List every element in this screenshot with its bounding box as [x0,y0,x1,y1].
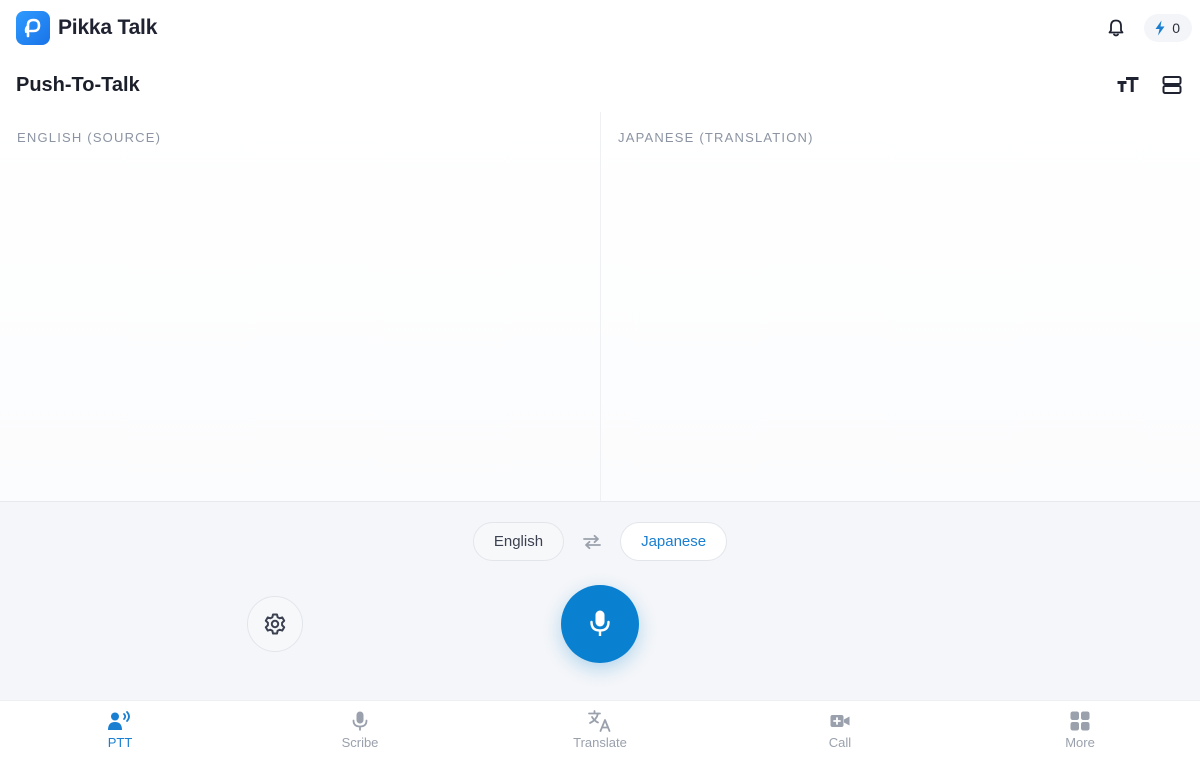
source-panel: ENGLISH (SOURCE) [0,112,600,501]
layout-toggle-button[interactable] [1156,69,1188,101]
nav-label: Scribe [341,734,379,750]
app-name: Pikka Talk [58,16,158,39]
split-layout-icon [1162,76,1182,94]
title-row: Push-To-Talk [0,66,1200,104]
nav-label: More [1065,734,1095,750]
nav-label: Call [828,734,852,750]
pikka-logo-icon [16,11,50,45]
text-size-icon [1117,77,1139,92]
source-language-button[interactable]: English [472,522,565,561]
nav-ptt[interactable]: PTT [0,701,240,757]
page-title: Push-To-Talk [16,73,140,96]
transcript-panels: ENGLISH (SOURCE) JAPANESE (TRANSLATION) [0,112,1200,502]
controls-area: English Japanese [0,502,1200,700]
translation-panel: JAPANESE (TRANSLATION) [600,112,1200,501]
nav-scribe[interactable]: Scribe [240,701,480,757]
grid-icon [1068,710,1092,732]
microphone-icon [348,710,372,732]
video-call-icon [828,710,852,732]
gear-icon [264,613,286,635]
push-to-talk-button[interactable] [561,585,639,663]
text-size-button[interactable] [1112,69,1144,101]
translation-panel-label: JAPANESE (TRANSLATION) [618,130,814,145]
swap-languages-button[interactable] [582,532,602,552]
target-language-button[interactable]: Japanese [620,522,728,561]
bell-icon [1108,19,1124,37]
settings-button[interactable] [247,596,303,652]
language-selector-row: English Japanese [0,522,1200,561]
credits-badge[interactable]: 0 [1144,14,1192,42]
nav-more[interactable]: More [960,701,1200,757]
notifications-button[interactable] [1100,12,1132,44]
nav-translate[interactable]: Translate [480,701,720,757]
lightning-bolt-icon [1155,20,1165,36]
nav-call[interactable]: Call [720,701,960,757]
nav-label: PTT [107,734,133,750]
top-bar: Pikka Talk 0 [0,0,1200,56]
swap-arrows-icon [583,534,601,549]
credits-count: 0 [1172,20,1180,36]
microphone-icon [590,610,610,636]
nav-label: Translate [573,734,627,750]
source-panel-label: ENGLISH (SOURCE) [17,130,162,145]
ptt-speaker-icon [108,710,132,732]
bottom-navigation: PTT Scribe Translate Call More [0,700,1200,757]
translate-icon [588,709,612,732]
app-logo[interactable]: Pikka Talk [16,11,157,45]
